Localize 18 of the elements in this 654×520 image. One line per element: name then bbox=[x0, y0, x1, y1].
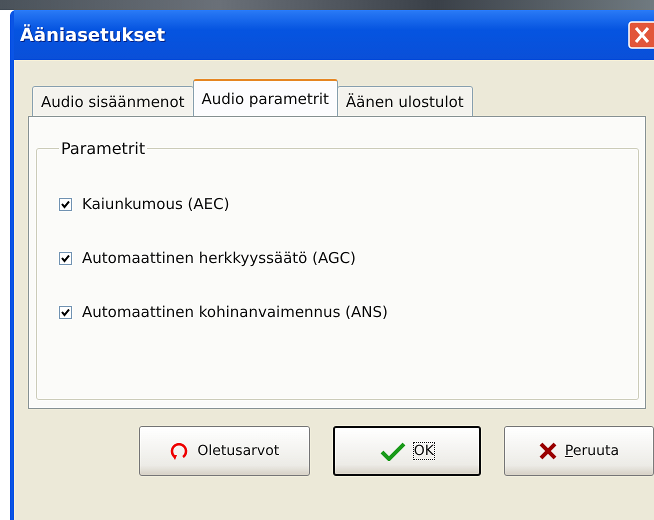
cancel-button[interactable]: Peruuta bbox=[504, 426, 654, 476]
checkmark-icon bbox=[380, 441, 406, 461]
checkbox[interactable] bbox=[59, 306, 72, 318]
tab[interactable]: Äänen ulostulot bbox=[336, 86, 473, 116]
group-title: Parametrit bbox=[60, 139, 146, 158]
ok-button[interactable]: OK bbox=[332, 426, 481, 476]
reset-button[interactable]: Oletusarvot bbox=[139, 426, 310, 476]
tab[interactable]: Audio parametrit bbox=[192, 79, 338, 116]
close-icon[interactable] bbox=[628, 21, 654, 49]
cross-icon bbox=[538, 442, 557, 460]
checkbox-label: Automaattinen kohinanvaimennus (ANS) bbox=[82, 303, 388, 321]
checkbox[interactable] bbox=[59, 198, 72, 210]
checkbox-label: Kaiunkumous (AEC) bbox=[82, 195, 230, 213]
tab[interactable]: Audio sisäänmenot bbox=[32, 86, 194, 116]
checkbox-label: Automaattinen herkkyyssäätö (AGC) bbox=[82, 249, 356, 267]
circular-arrow-icon bbox=[169, 441, 190, 461]
checkbox[interactable] bbox=[59, 252, 72, 264]
window-title: Ääniasetukset bbox=[19, 24, 166, 46]
